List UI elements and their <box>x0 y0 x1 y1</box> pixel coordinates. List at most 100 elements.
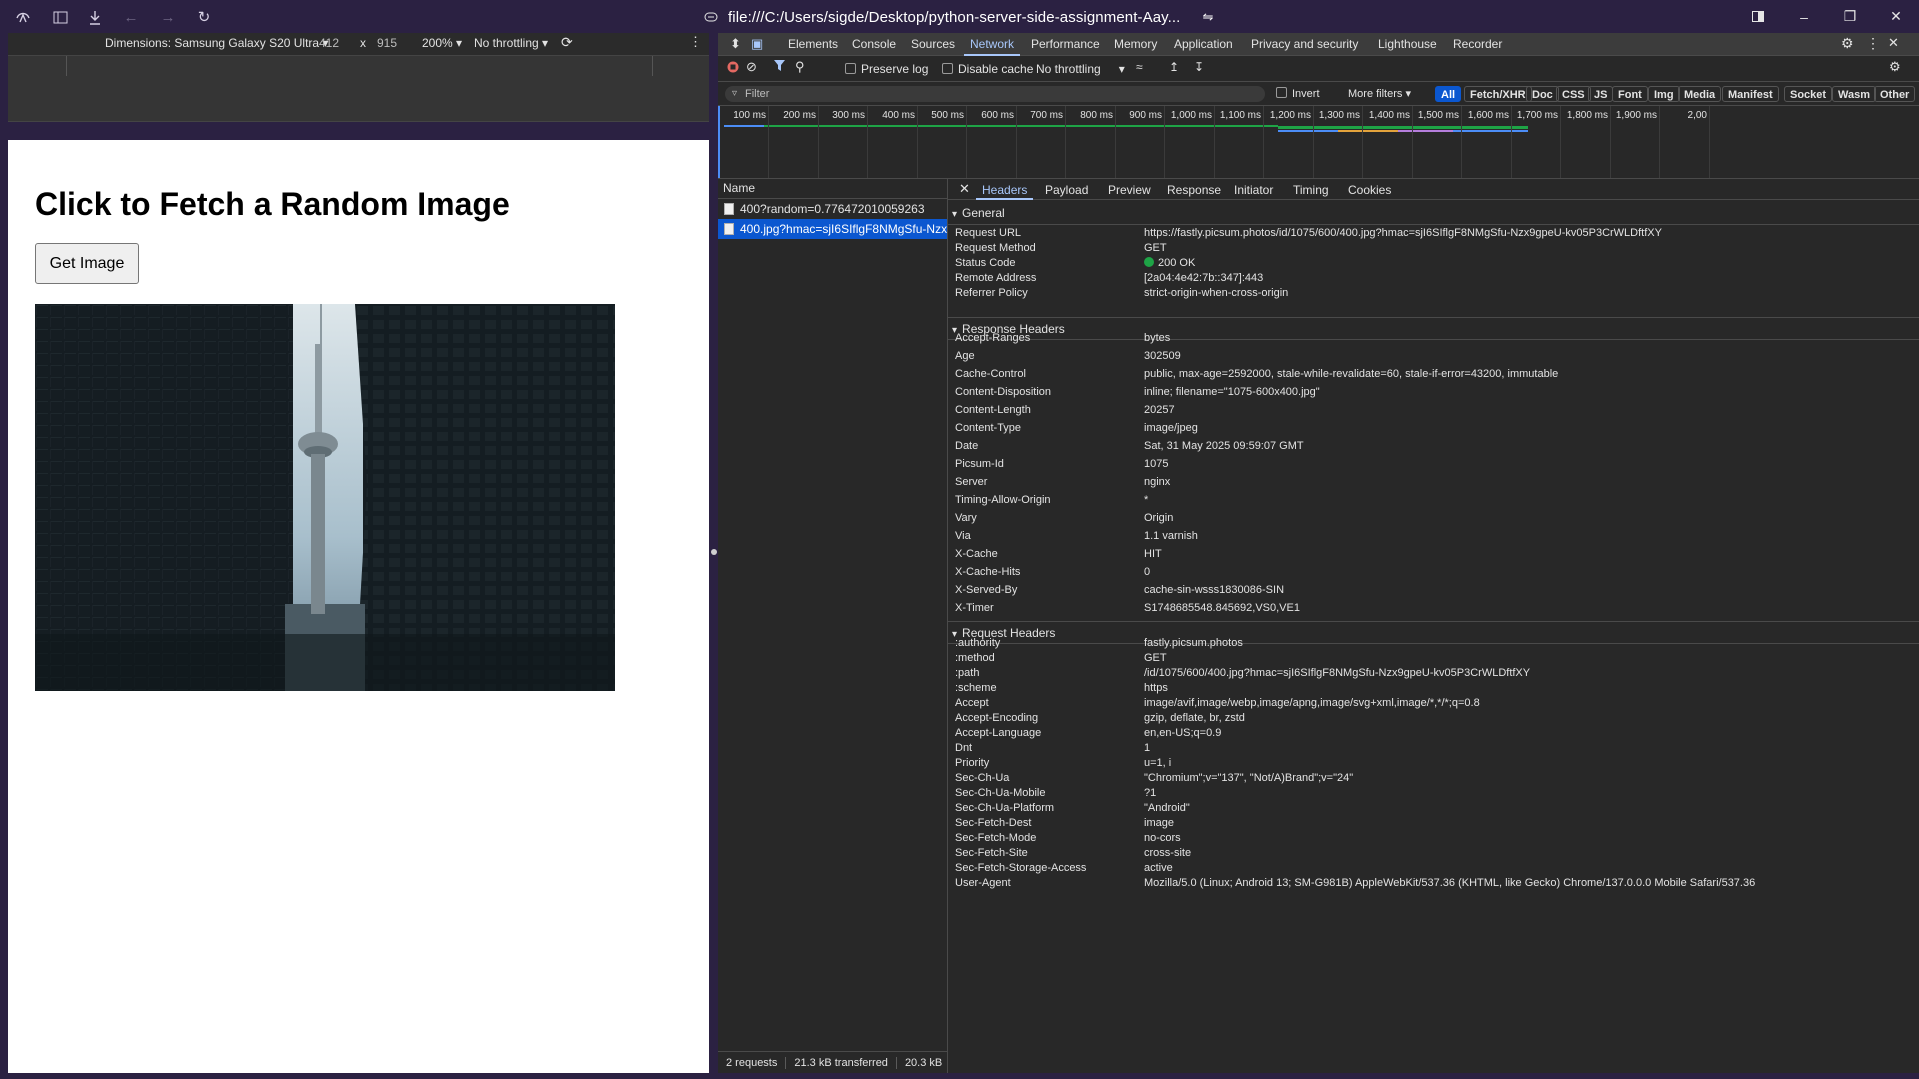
filter-socket[interactable]: Socket <box>1784 86 1833 102</box>
devtools-menu-icon[interactable]: ⋮ <box>1866 35 1880 52</box>
filter-other[interactable]: Other <box>1874 86 1916 102</box>
address-bar[interactable]: file:///C:/Users/sigde/Desktop/python-se… <box>704 6 1213 28</box>
sidebar-toggle-icon[interactable] <box>48 5 72 29</box>
filter-wasm[interactable]: Wasm <box>1832 86 1876 102</box>
rotate-icon[interactable]: ⟳ <box>561 34 573 51</box>
inspect-element-icon[interactable]: ⬍ <box>730 36 741 52</box>
header-value[interactable]: 1 <box>1144 742 1150 754</box>
header-value[interactable]: * <box>1144 494 1148 506</box>
header-value[interactable]: Origin <box>1144 512 1173 524</box>
close-window-icon[interactable]: ✕ <box>1873 0 1919 33</box>
download-icon[interactable] <box>83 5 107 29</box>
more-filters-dropdown[interactable]: More filters ▾ <box>1348 87 1411 100</box>
filter-manifest[interactable]: Manifest <box>1722 86 1779 102</box>
header-value[interactable]: 200 OK <box>1144 257 1195 269</box>
header-value[interactable]: inline; filename="1075-600x400.jpg" <box>1144 386 1320 398</box>
network-throttling-select[interactable]: No throttling ▾ <box>1036 62 1125 76</box>
device-toggle-icon[interactable]: ▣ <box>751 36 763 52</box>
header-value[interactable]: image/jpeg <box>1144 422 1198 434</box>
export-har-icon[interactable]: ↧ <box>1194 60 1204 74</box>
tab-initiator[interactable]: Initiator <box>1234 183 1273 197</box>
search-icon[interactable]: ⚲ <box>795 59 805 75</box>
filter-input[interactable]: ▿ Filter <box>725 86 1265 102</box>
tab-payload[interactable]: Payload <box>1045 183 1088 197</box>
general-section-toggle[interactable]: General <box>952 206 1005 220</box>
tab-sources[interactable]: Sources <box>911 37 955 51</box>
split-view-icon[interactable] <box>1735 0 1781 33</box>
preserve-log-checkbox[interactable]: Preserve log <box>845 62 928 76</box>
filter-js[interactable]: JS <box>1588 86 1614 102</box>
settings-gear-icon[interactable]: ⚙ <box>1841 35 1854 52</box>
header-value[interactable]: 1.1 varnish <box>1144 530 1198 542</box>
device-throttling-select[interactable]: No throttling ▾ <box>474 36 548 50</box>
device-width[interactable]: 412 <box>319 36 339 50</box>
import-har-icon[interactable]: ↥ <box>1169 60 1179 74</box>
tab-console[interactable]: Console <box>852 37 896 51</box>
tab-headers[interactable]: Headers <box>975 183 1034 200</box>
restore-icon[interactable]: ❐ <box>1827 0 1873 33</box>
header-value[interactable]: GET <box>1144 652 1167 664</box>
tab-network[interactable]: Network <box>963 37 1021 56</box>
network-overview[interactable]: 100 ms 200 ms 300 ms 400 ms 500 ms 600 ms 700 … <box>718 106 1919 179</box>
header-value[interactable]: Mozilla/5.0 (Linux; Android 13; SM-G981B… <box>1144 877 1755 889</box>
disable-cache-checkbox[interactable]: Disable cache <box>942 62 1033 76</box>
name-column-header[interactable]: Name <box>718 179 947 199</box>
tab-timing[interactable]: Timing <box>1293 183 1329 197</box>
address-text[interactable]: file:///C:/Users/sigde/Desktop/python-se… <box>728 9 1180 26</box>
tab-elements[interactable]: Elements <box>788 37 838 51</box>
invert-checkbox[interactable]: Invert <box>1276 87 1320 100</box>
device-select[interactable]: Dimensions: Samsung Galaxy S20 Ultra ▾ <box>105 36 328 50</box>
tab-memory[interactable]: Memory <box>1114 37 1157 51</box>
zoom-select[interactable]: 200% ▾ <box>422 36 462 50</box>
header-value[interactable]: https <box>1144 682 1168 694</box>
tab-recorder[interactable]: Recorder <box>1453 37 1502 51</box>
tab-privacy-security[interactable]: Privacy and security <box>1251 37 1358 51</box>
network-conditions-icon[interactable]: ≈ <box>1136 60 1143 74</box>
header-value[interactable]: 1075 <box>1144 458 1168 470</box>
header-value[interactable]: cache-sin-wsss1830086-SIN <box>1144 584 1284 596</box>
filter-font[interactable]: Font <box>1612 86 1648 102</box>
header-value[interactable]: S1748685548.845692,VS0,VE1 <box>1144 602 1300 614</box>
header-value[interactable]: nginx <box>1144 476 1170 488</box>
network-settings-icon[interactable]: ⚙ <box>1889 59 1901 75</box>
header-value[interactable]: 20257 <box>1144 404 1175 416</box>
header-value[interactable]: HIT <box>1144 548 1162 560</box>
more-options-icon[interactable]: ⋮ <box>689 34 702 50</box>
tab-cookies[interactable]: Cookies <box>1348 183 1391 197</box>
header-value[interactable]: ?1 <box>1144 787 1156 799</box>
header-value[interactable]: Sat, 31 May 2025 09:59:07 GMT <box>1144 440 1304 452</box>
header-value[interactable]: strict-origin-when-cross-origin <box>1144 287 1288 299</box>
header-value[interactable]: gzip, deflate, br, zstd <box>1144 712 1245 724</box>
header-value[interactable]: en,en-US;q=0.9 <box>1144 727 1221 739</box>
filter-media[interactable]: Media <box>1678 86 1722 102</box>
request-row[interactable]: 400?random=0.776472010059263 <box>718 199 947 219</box>
header-value[interactable]: 302509 <box>1144 350 1181 362</box>
tab-response[interactable]: Response <box>1167 183 1221 197</box>
header-value[interactable]: image/avif,image/webp,image/apng,image/s… <box>1144 697 1480 709</box>
header-value[interactable]: "Chromium";v="137", "Not/A)Brand";v="24" <box>1144 772 1353 784</box>
header-value[interactable]: 0 <box>1144 566 1150 578</box>
viewport-resize-handle[interactable] <box>711 549 717 555</box>
filter-all[interactable]: All <box>1435 86 1462 102</box>
header-value[interactable]: no-cors <box>1144 832 1181 844</box>
header-value[interactable]: u=1, i <box>1144 757 1171 769</box>
device-height[interactable]: 915 <box>377 36 397 50</box>
header-value[interactable]: GET <box>1144 242 1167 254</box>
close-details-icon[interactable]: ✕ <box>959 181 970 197</box>
tab-performance[interactable]: Performance <box>1031 37 1100 51</box>
filter-css[interactable]: CSS <box>1556 86 1591 102</box>
filter-fetch-xhr[interactable]: Fetch/XHR <box>1464 86 1532 102</box>
header-value[interactable]: "Android" <box>1144 802 1190 814</box>
minimize-icon[interactable]: – <box>1781 0 1827 33</box>
header-value[interactable]: bytes <box>1144 332 1170 344</box>
header-value[interactable]: /id/1075/600/400.jpg?hmac=sjI6SIflgF8NMg… <box>1144 667 1530 679</box>
tab-preview[interactable]: Preview <box>1108 183 1151 197</box>
header-value[interactable]: [2a04:4e42:7b::347]:443 <box>1144 272 1263 284</box>
header-value[interactable]: fastly.picsum.photos <box>1144 637 1243 649</box>
filter-icon[interactable] <box>774 60 785 74</box>
filter-img[interactable]: Img <box>1648 86 1680 102</box>
media-query-ruler[interactable] <box>8 55 709 77</box>
browser-logo-icon[interactable] <box>11 5 35 29</box>
back-icon[interactable]: ← <box>119 5 143 29</box>
tab-application[interactable]: Application <box>1174 37 1233 51</box>
